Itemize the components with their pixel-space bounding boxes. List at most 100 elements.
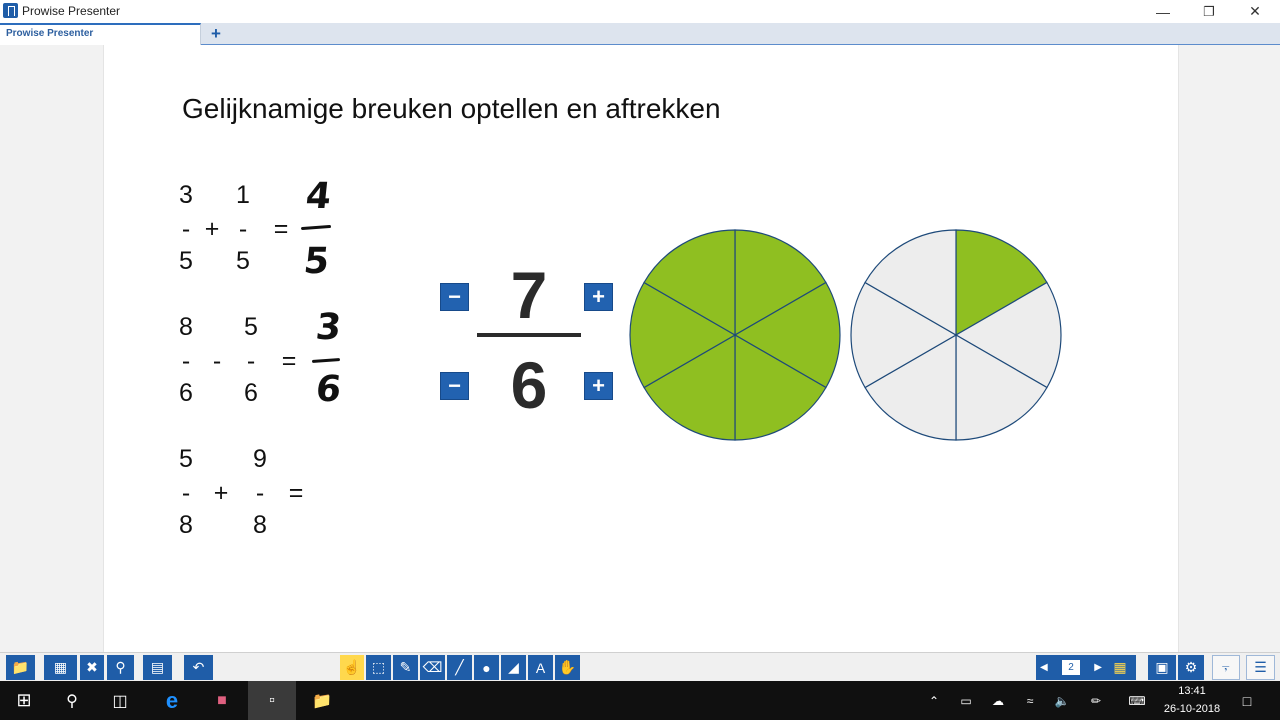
slide-title: Gelijknamige breuken optellen en aftrekk… bbox=[182, 93, 721, 124]
canvas-area: Gelijknamige breuken optellen en aftrekk… bbox=[0, 45, 1280, 652]
shape-tool-button[interactable]: ● bbox=[474, 655, 499, 680]
fraction-pies[interactable] bbox=[628, 229, 1068, 445]
chevron-up-icon: ⌃ bbox=[928, 693, 940, 708]
speaker-icon: 🔈 bbox=[1054, 693, 1070, 708]
tools-button[interactable]: ✖ bbox=[80, 655, 104, 680]
numerator-plus-button[interactable]: + bbox=[584, 283, 613, 311]
settings-button[interactable]: ⚙ bbox=[1178, 655, 1204, 680]
eq3-numerator-1: 5 bbox=[179, 445, 193, 473]
undo-icon: ↶ bbox=[192, 659, 205, 675]
menu-icon: ☰ bbox=[1254, 659, 1267, 675]
wifi-icon: ≈ bbox=[1026, 693, 1034, 708]
eq1-handwritten-numerator: 4 bbox=[303, 176, 334, 217]
numerator-minus-button[interactable]: − bbox=[440, 283, 469, 311]
eq2-operator: - bbox=[212, 347, 222, 375]
eraser-tool-button[interactable]: ⌫ bbox=[420, 655, 445, 680]
taskbar-edge[interactable]: e bbox=[148, 681, 196, 720]
eq2-bar-1: - bbox=[181, 347, 191, 375]
eq2-handwritten-bar bbox=[311, 358, 341, 363]
task-view-icon: ◫ bbox=[112, 692, 128, 710]
close-button[interactable]: ✕ bbox=[1232, 0, 1278, 23]
eraser-icon: ⌫ bbox=[422, 659, 443, 675]
denominator-plus-button[interactable]: + bbox=[584, 372, 613, 400]
eq2-handwritten-denominator: 6 bbox=[313, 369, 344, 410]
text-tool-button[interactable]: A bbox=[528, 655, 553, 680]
clock-date[interactable]: 26-10-2018 bbox=[1156, 703, 1228, 715]
tray-keyboard[interactable]: ⌨ bbox=[1122, 681, 1152, 720]
hand-icon: ✋ bbox=[558, 659, 577, 675]
pen-tool-button[interactable]: ✎ bbox=[393, 655, 418, 680]
tab-prowise-presenter[interactable]: Prowise Presenter bbox=[0, 23, 201, 45]
circle-icon: ● bbox=[482, 659, 491, 676]
keyboard-icon: ⌨ bbox=[1128, 693, 1146, 708]
window-title: Prowise Presenter bbox=[22, 4, 121, 18]
eq3-operator: + bbox=[213, 479, 229, 507]
fraction-denominator: 6 bbox=[510, 348, 548, 422]
search-button[interactable]: ⚲ bbox=[107, 655, 134, 680]
tray-pen[interactable]: ✏ bbox=[1084, 681, 1108, 720]
eq1-handwritten-denominator: 5 bbox=[301, 241, 332, 282]
eq1-bar-1: - bbox=[181, 215, 191, 243]
fraction-bar bbox=[477, 333, 581, 337]
page-overview-button[interactable]: ▦ bbox=[1104, 655, 1136, 680]
tray-volume[interactable]: 🔈 bbox=[1050, 681, 1074, 720]
tab-bar: Prowise Presenter + bbox=[0, 23, 1280, 45]
next-page-button[interactable]: ▶ bbox=[1094, 662, 1102, 673]
undo-button[interactable]: ↶ bbox=[184, 655, 213, 680]
tray-onedrive[interactable]: ☁ bbox=[986, 681, 1010, 720]
line-tool-button[interactable]: ╱ bbox=[447, 655, 472, 680]
prev-page-button[interactable]: ◀ bbox=[1040, 662, 1048, 673]
eq1-numerator-2: 1 bbox=[236, 181, 250, 209]
folder-icon: 📁 bbox=[11, 659, 30, 675]
pan-tool-button[interactable]: ✋ bbox=[555, 655, 580, 680]
tray-overflow-button[interactable]: ⌃ bbox=[924, 681, 944, 720]
pie-circle-1[interactable] bbox=[629, 229, 841, 441]
fraction-numerator: 7 bbox=[510, 258, 548, 332]
taskbar-search-button[interactable]: ⚲ bbox=[48, 681, 96, 720]
eq1-bar-2: - bbox=[238, 215, 248, 243]
minimize-button[interactable]: — bbox=[1140, 0, 1186, 23]
restore-button[interactable]: ❐ bbox=[1186, 0, 1232, 23]
measure-tool-button[interactable]: ◢ bbox=[501, 655, 526, 680]
select-tool-button[interactable]: ⬚ bbox=[366, 655, 391, 680]
eq3-equals: = bbox=[288, 479, 304, 507]
eq1-handwritten-bar bbox=[300, 224, 332, 231]
menu-button[interactable]: ☰ bbox=[1246, 655, 1275, 680]
chat-bubble-icon: □ bbox=[1242, 692, 1252, 709]
tray-battery[interactable]: ▭ bbox=[954, 681, 978, 720]
search-icon: ⚲ bbox=[66, 692, 78, 710]
taskbar-app-document[interactable]: ▫ bbox=[248, 681, 296, 720]
taskbar-app-paint[interactable]: ■ bbox=[198, 681, 246, 720]
task-view-button[interactable]: ◫ bbox=[96, 681, 144, 720]
start-button[interactable]: ⊞ bbox=[0, 681, 48, 720]
images-icon: ▦ bbox=[53, 659, 68, 675]
pointer-tool-button[interactable]: ☝ bbox=[340, 655, 364, 680]
gear-icon: ⚙ bbox=[1184, 659, 1198, 675]
folder-icon: 📁 bbox=[312, 692, 332, 710]
eq1-denominator-1: 5 bbox=[179, 247, 193, 275]
eq2-bar-2: - bbox=[246, 347, 256, 375]
pen-icon: ✏ bbox=[1090, 693, 1102, 708]
pie-circle-2[interactable] bbox=[850, 229, 1062, 441]
eq1-operator: + bbox=[204, 215, 220, 243]
ruler-icon: ◢ bbox=[508, 659, 519, 675]
eq3-bar-1: - bbox=[181, 479, 191, 507]
notifications-button[interactable]: □ bbox=[1232, 681, 1262, 720]
clock-time[interactable]: 13:41 bbox=[1160, 685, 1224, 697]
eq2-numerator-1: 8 bbox=[179, 313, 193, 341]
add-tab-button[interactable]: + bbox=[206, 24, 226, 44]
presenter-toolbar: 📁 ▦ ✖ ⚲ ▤ ↶ ☝ ⬚ ✎ ⌫ ╱ ● ◢ A ✋ ◀ 2 ▶ ▦ ▣ … bbox=[0, 652, 1280, 681]
eq1-equals: = bbox=[273, 215, 289, 243]
open-file-button[interactable]: 📁 bbox=[6, 655, 35, 680]
denominator-minus-button[interactable]: − bbox=[440, 372, 469, 400]
presenter-mode-button[interactable]: ⍪ bbox=[1212, 655, 1240, 680]
eq1-denominator-2: 5 bbox=[236, 247, 250, 275]
grid-icon: ▦ bbox=[1113, 659, 1127, 675]
page-manager-button[interactable]: ▤ bbox=[143, 655, 172, 680]
taskbar-file-explorer[interactable]: 📁 bbox=[298, 681, 346, 720]
media-button[interactable]: ▦ bbox=[44, 655, 77, 680]
screen-capture-button[interactable]: ▣ bbox=[1148, 655, 1176, 680]
battery-icon: ▭ bbox=[960, 693, 972, 708]
tray-network[interactable]: ≈ bbox=[1018, 681, 1042, 720]
slide-page[interactable]: Gelijknamige breuken optellen en aftrekk… bbox=[103, 45, 1179, 652]
